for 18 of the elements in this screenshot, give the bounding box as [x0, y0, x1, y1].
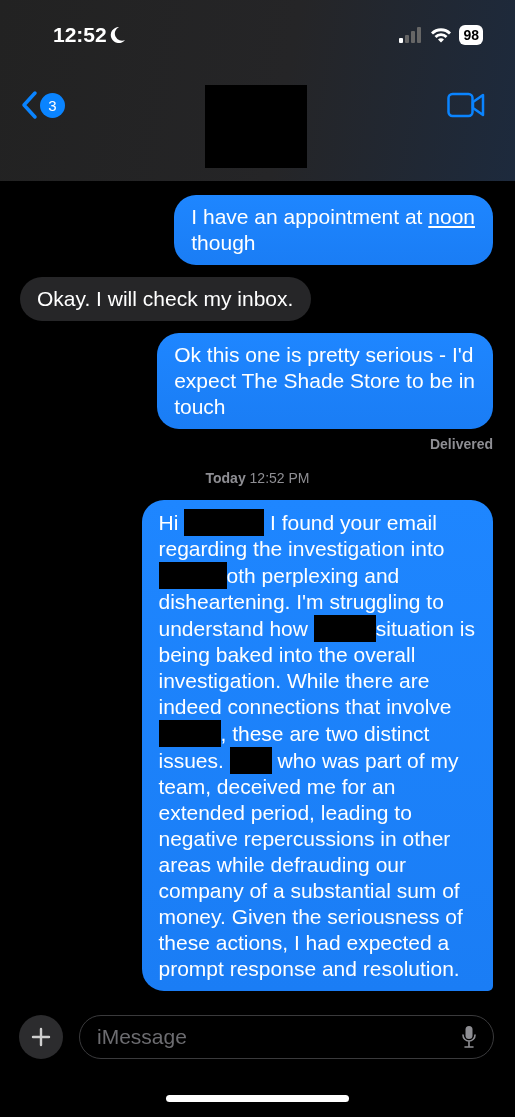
- add-button[interactable]: [19, 1015, 63, 1059]
- chevron-icon[interactable]: [20, 90, 40, 120]
- microphone-icon[interactable]: [462, 1025, 476, 1049]
- status-time: 12:52: [53, 23, 107, 47]
- message-text: Okay. I will check my inbox.: [37, 286, 294, 312]
- back-button[interactable]: 3: [20, 90, 65, 120]
- video-call-button[interactable]: [447, 92, 485, 118]
- timestamp: Today 12:52 PM: [204, 470, 311, 486]
- battery-level: 98: [459, 25, 483, 45]
- message-text: Ok this one is pretty serious - I'd expect The Shade Store to be in touch: [174, 342, 475, 420]
- wifi-icon: [430, 27, 453, 43]
- message-text: Hi I found your email regarding the investigation into oth perplexing and disheartening. I'm struggling to understand how situation is being baked into the overall investigation. While there are indeed connections that involve , these are two distinct issues. who was part of my team, deceived me for an extended period, leading to negative repercussions in other areas while defrauding our company of a substantial sum of money. Given the seriousness of these actions, I had expected a prompt response and resolution.: [158, 509, 475, 982]
- delivery-status: Delivered: [429, 436, 493, 452]
- message-field[interactable]: iMessage: [79, 1015, 494, 1059]
- moon-icon: [109, 26, 126, 44]
- plus-icon[interactable]: [31, 1027, 51, 1047]
- signal-icon: [399, 27, 424, 43]
- message-text: I have an appointment at noon though: [191, 204, 475, 256]
